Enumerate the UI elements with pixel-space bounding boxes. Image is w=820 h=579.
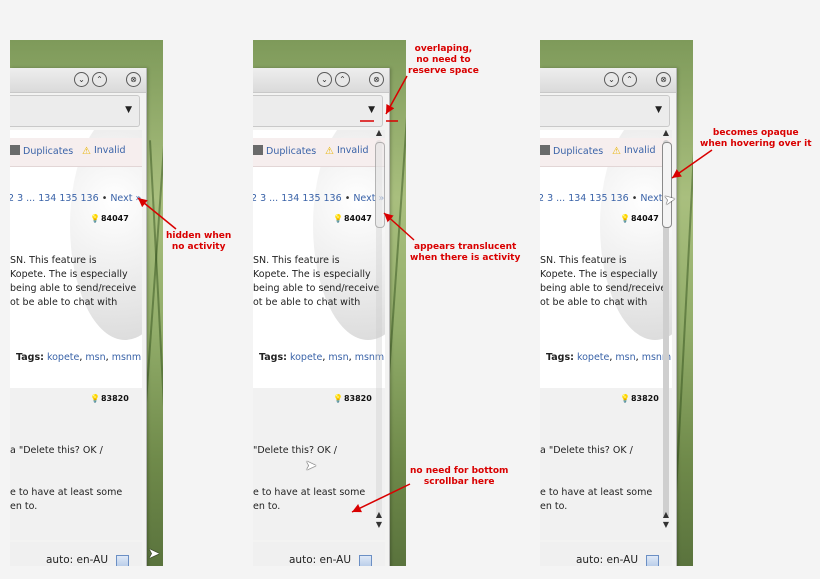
arrow-overlapping <box>385 75 408 115</box>
arrow-translucent <box>383 212 415 241</box>
arrow-hidden <box>137 197 177 230</box>
arrow-no-bottom <box>351 483 411 513</box>
annotation-arrows <box>137 75 713 513</box>
arrow-opaque <box>671 149 713 179</box>
